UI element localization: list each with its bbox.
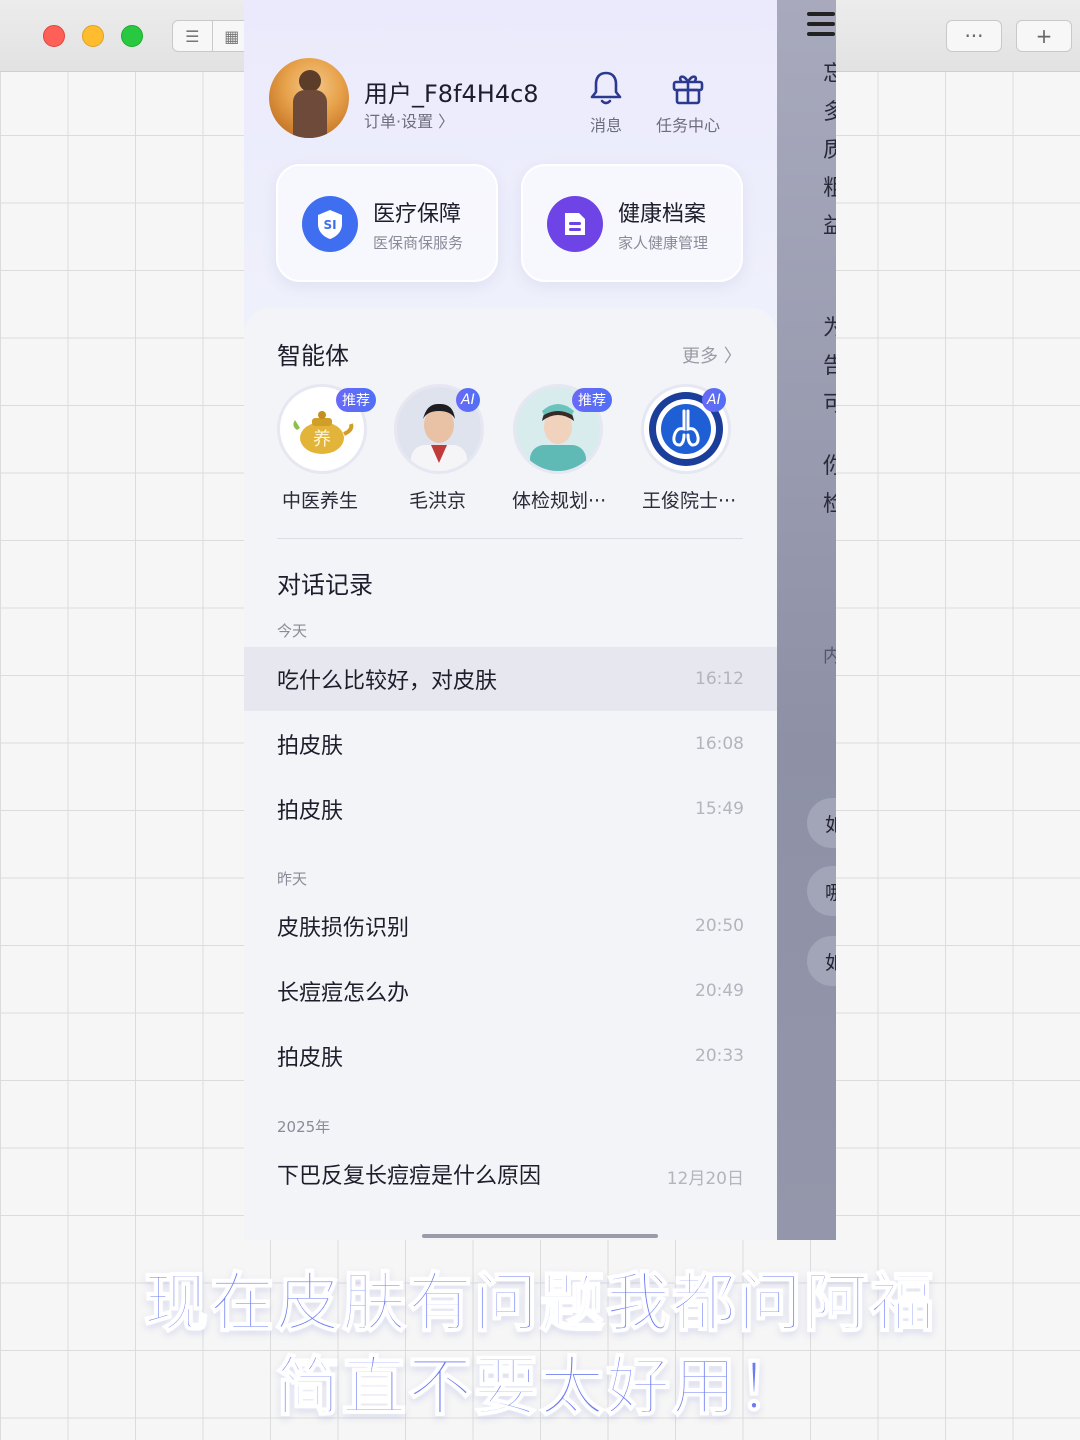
file-icon: [547, 196, 603, 252]
zoom-window-button[interactable]: [121, 25, 143, 47]
section-divider: [277, 538, 743, 539]
menu-icon[interactable]: [807, 12, 835, 42]
gift-icon[interactable]: [668, 68, 708, 108]
history-row[interactable]: 下巴反复长痘痘是什么原因 12月20日: [244, 1142, 777, 1206]
history-time: 20:33: [695, 1046, 744, 1066]
agent-item[interactable]: [379, 384, 499, 474]
agent-name[interactable]: 王俊院士···: [642, 486, 736, 513]
history-title: 拍皮肤: [277, 1046, 344, 1071]
history-row[interactable]: 拍皮肤 15:49: [244, 777, 777, 841]
background-text: 忘: [823, 62, 836, 87]
si-shield-icon: SI: [302, 196, 358, 252]
history-time: 16:12: [695, 669, 744, 689]
history-title: 下巴反复长痘痘是什么原因: [277, 1164, 542, 1189]
minimize-window-button[interactable]: [82, 25, 104, 47]
history-time: 12月20日: [666, 1169, 744, 1189]
phone-screen: 忘 多 质 粗 益 为 告 可 你 检 内 如 哪 如 用户_F8f4H4c8 …: [244, 0, 836, 1240]
history-title: 拍皮肤: [277, 734, 344, 759]
user-avatar[interactable]: [269, 58, 349, 138]
messages-label[interactable]: 消息: [584, 112, 628, 136]
ai-badge: AI: [456, 388, 480, 412]
caption-line-2: 简直不要太好用！: [275, 1350, 804, 1426]
side-drawer: 用户_F8f4H4c8 订单·设置 〉 消息 任务中心 SI 医疗保障 医保商保…: [244, 0, 777, 1240]
more-button[interactable]: ···: [946, 20, 1002, 52]
health-records-card[interactable]: 健康档案 家人健康管理: [521, 164, 743, 282]
suggestion-pill[interactable]: 如: [807, 798, 836, 848]
history-group-label: 2025年: [277, 1118, 331, 1136]
history-title: 皮肤损伤识别: [277, 916, 410, 941]
recommend-badge: 推荐: [336, 388, 376, 412]
card-subtitle: 医保商保服务: [373, 234, 464, 252]
history-row[interactable]: 长痘痘怎么办 20:49: [244, 959, 777, 1023]
agent-name[interactable]: 毛洪京: [409, 486, 466, 513]
background-text: 益: [823, 214, 836, 239]
background-chat-panel[interactable]: 忘 多 质 粗 益 为 告 可 你 检 内 如 哪 如: [777, 0, 836, 1240]
avatar-head: [299, 70, 321, 92]
background-text: 告: [823, 354, 836, 379]
agents-section-title: 智能体: [277, 342, 349, 370]
card-title: 健康档案: [618, 202, 707, 227]
task-center-label[interactable]: 任务中心: [650, 112, 726, 136]
history-group-label: 今天: [277, 622, 308, 640]
medical-insurance-card[interactable]: SI 医疗保障 医保商保服务: [276, 164, 498, 282]
background-text: 多: [823, 100, 836, 125]
background-text: 粗: [823, 176, 836, 201]
history-row[interactable]: 拍皮肤 20:33: [244, 1024, 777, 1088]
username[interactable]: 用户_F8f4H4c8: [364, 74, 539, 109]
history-title: 拍皮肤: [277, 799, 344, 824]
agent-item[interactable]: [626, 384, 746, 474]
history-row[interactable]: 吃什么比较好，对皮肤 16:12: [244, 647, 777, 711]
close-window-button[interactable]: [43, 25, 65, 47]
agent-name[interactable]: 中医养生: [282, 486, 358, 513]
history-row[interactable]: 皮肤损伤识别 20:50: [244, 894, 777, 958]
background-text: 为: [823, 316, 836, 341]
background-text: 你: [823, 454, 836, 479]
recommend-badge: 推荐: [572, 388, 612, 412]
agent-name[interactable]: 体检规划···: [512, 486, 606, 513]
history-title: 长痘痘怎么办: [277, 981, 410, 1006]
history-time: 20:50: [695, 916, 744, 936]
bell-icon[interactable]: [586, 68, 626, 108]
avatar-body: [293, 90, 327, 138]
history-group-label: 昨天: [277, 870, 308, 888]
agents-more-link[interactable]: 更多 〉: [682, 342, 742, 368]
suggestion-pill[interactable]: 哪: [807, 866, 836, 916]
background-text: 可: [823, 392, 836, 417]
view-toggle: ☰ ▦: [172, 20, 252, 52]
suggestion-pill[interactable]: 如: [807, 936, 836, 986]
si-icon-text: SI: [323, 218, 336, 232]
history-time: 15:49: [695, 799, 744, 819]
background-text: 检: [823, 492, 836, 517]
caption-line-1: 现在皮肤有问题我都问阿福: [143, 1266, 936, 1342]
list-view-icon[interactable]: ☰: [173, 21, 213, 51]
card-subtitle: 家人健康管理: [618, 234, 709, 252]
ai-badge: AI: [702, 388, 726, 412]
background-text: 内: [823, 646, 836, 667]
background-text: 质: [823, 138, 836, 163]
home-indicator: [422, 1234, 658, 1238]
card-title: 医疗保障: [373, 202, 462, 227]
history-time: 20:49: [695, 981, 744, 1001]
teapot-text: 养: [313, 429, 331, 450]
history-time: 16:08: [695, 734, 744, 754]
history-section-title: 对话记录: [277, 571, 373, 599]
orders-settings-link[interactable]: 订单·设置 〉: [364, 108, 454, 132]
history-row[interactable]: 拍皮肤 16:08: [244, 712, 777, 776]
history-title: 吃什么比较好，对皮肤: [277, 669, 498, 694]
new-tab-button[interactable]: +: [1016, 20, 1072, 52]
